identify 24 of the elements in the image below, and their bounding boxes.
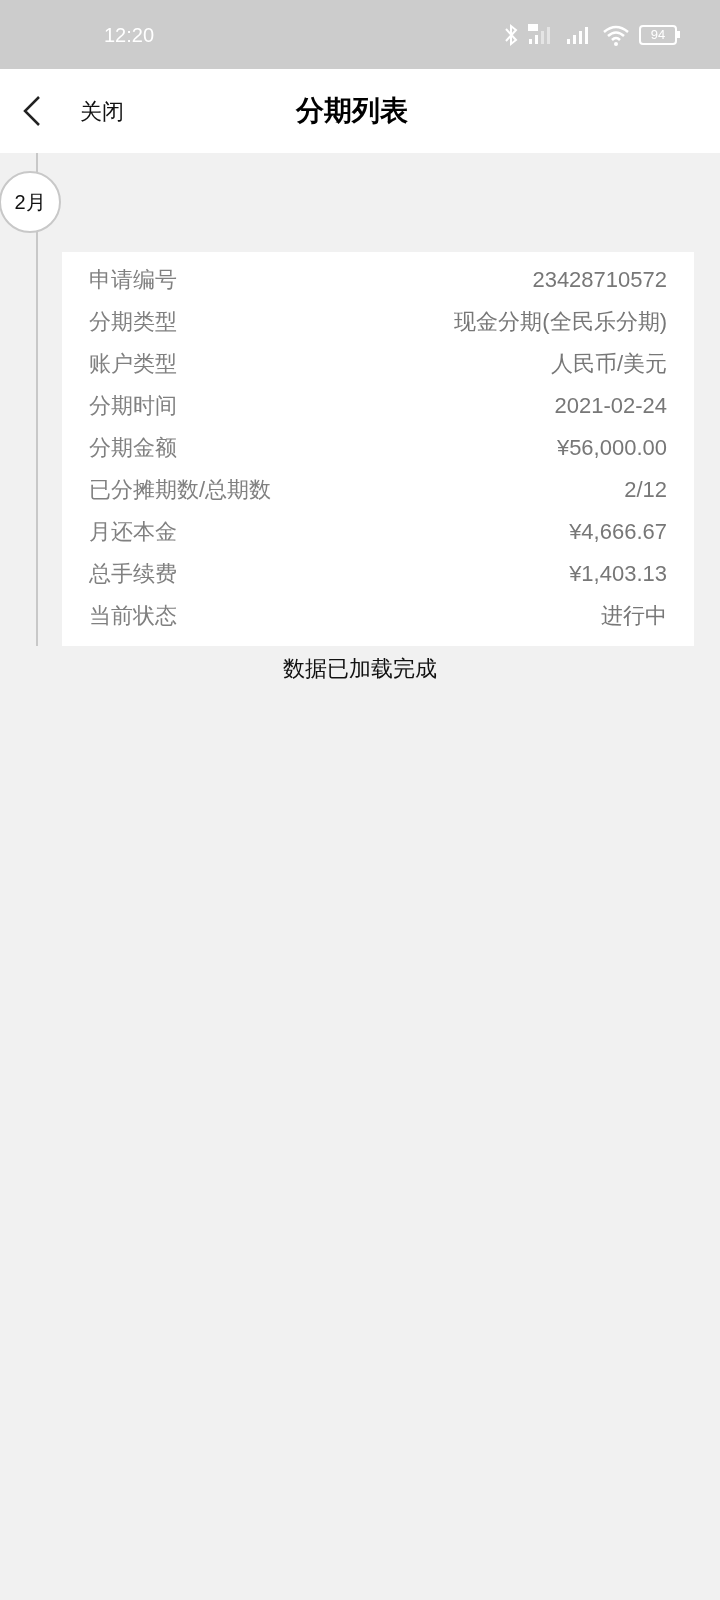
field-label: 分期时间 xyxy=(89,391,177,420)
field-label: 当前状态 xyxy=(89,601,177,630)
field-value: ¥4,666.67 xyxy=(569,517,667,546)
field-value: 2/12 xyxy=(624,475,667,504)
field-value: 人民币/美元 xyxy=(550,349,667,378)
field-label: 账户类型 xyxy=(89,349,177,378)
field-value: ¥1,403.13 xyxy=(569,559,667,588)
field-value: 23428710572 xyxy=(532,265,667,294)
field-value: 进行中 xyxy=(601,601,667,630)
field-label: 已分摊期数/总期数 xyxy=(89,475,272,504)
field-label: 总手续费 xyxy=(89,559,177,588)
bluetooth-icon xyxy=(503,22,519,47)
loaded-message: 数据已加载完成 xyxy=(282,655,438,683)
field-label: 申请编号 xyxy=(89,265,177,294)
field-value: 2021-02-24 xyxy=(554,391,667,420)
field-label: 分期类型 xyxy=(89,307,177,336)
field-value: ¥56,000.00 xyxy=(556,433,667,462)
back-button[interactable]: 关闭 xyxy=(0,94,124,128)
field-label: 分期金额 xyxy=(89,433,177,462)
field-label: 月还本金 xyxy=(89,517,177,546)
month-marker: 2月 xyxy=(0,171,61,233)
page-title: 分期列表 xyxy=(296,94,408,128)
back-icon xyxy=(22,95,42,127)
field-value: 现金分期(全民乐分期) xyxy=(454,307,667,336)
